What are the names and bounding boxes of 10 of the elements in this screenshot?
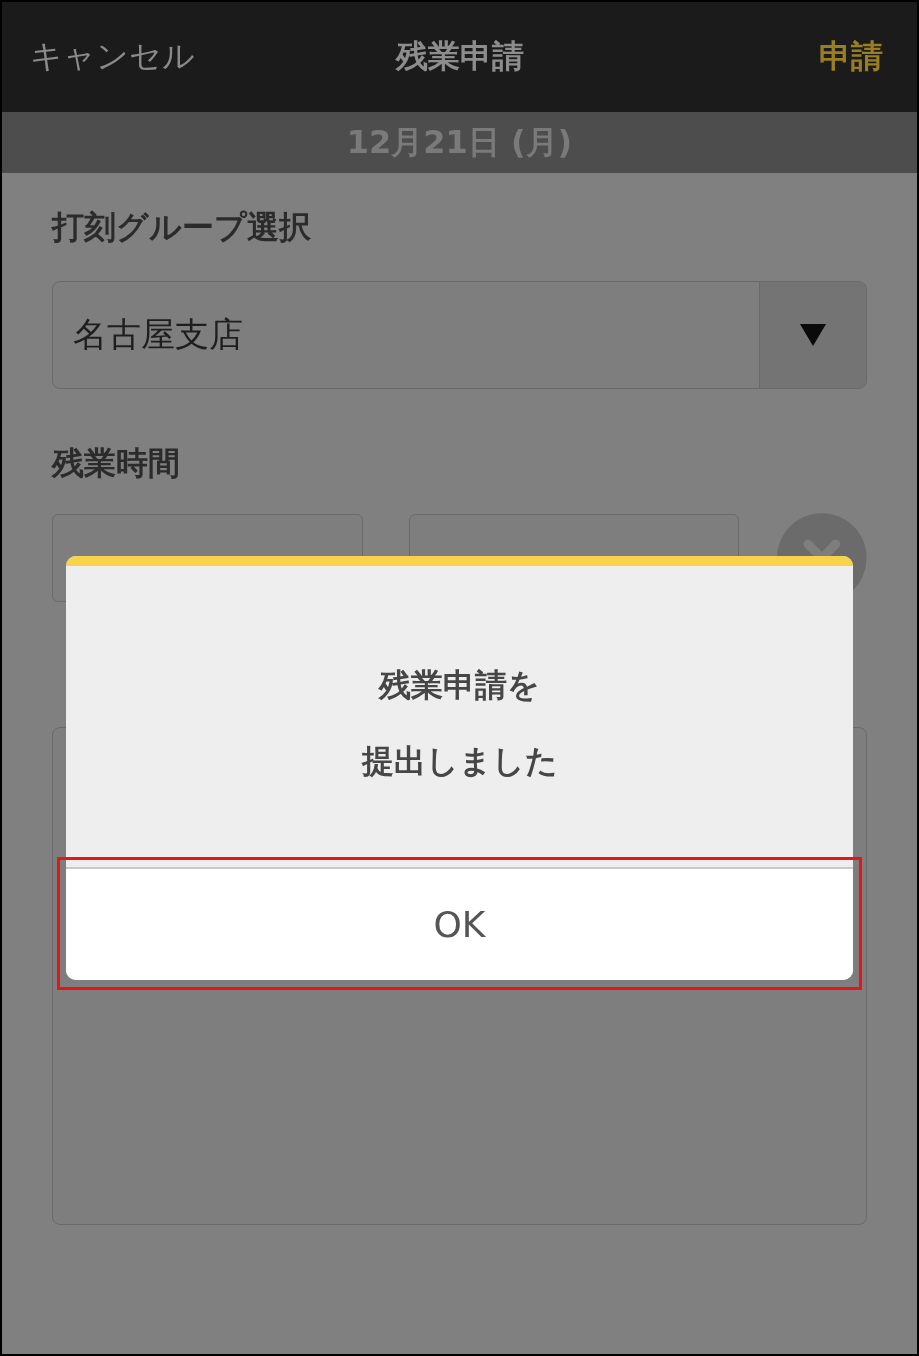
screen-title: 残業申請	[395, 37, 524, 75]
field-label: 打刻グループ選択	[52, 207, 312, 248]
field-label: 残業時間	[52, 443, 181, 484]
cancel-link[interactable]: キャンセル	[30, 35, 195, 79]
dropdown-arrow-icon	[799, 323, 827, 347]
dialog-message: 提出しました	[361, 742, 558, 780]
submit-link[interactable]: 申請	[819, 35, 883, 79]
dialog-message: 残業申請を	[379, 666, 540, 704]
group-dropdown[interactable]: 名古屋支店	[52, 281, 867, 389]
ok-button[interactable]: OK	[66, 867, 853, 980]
